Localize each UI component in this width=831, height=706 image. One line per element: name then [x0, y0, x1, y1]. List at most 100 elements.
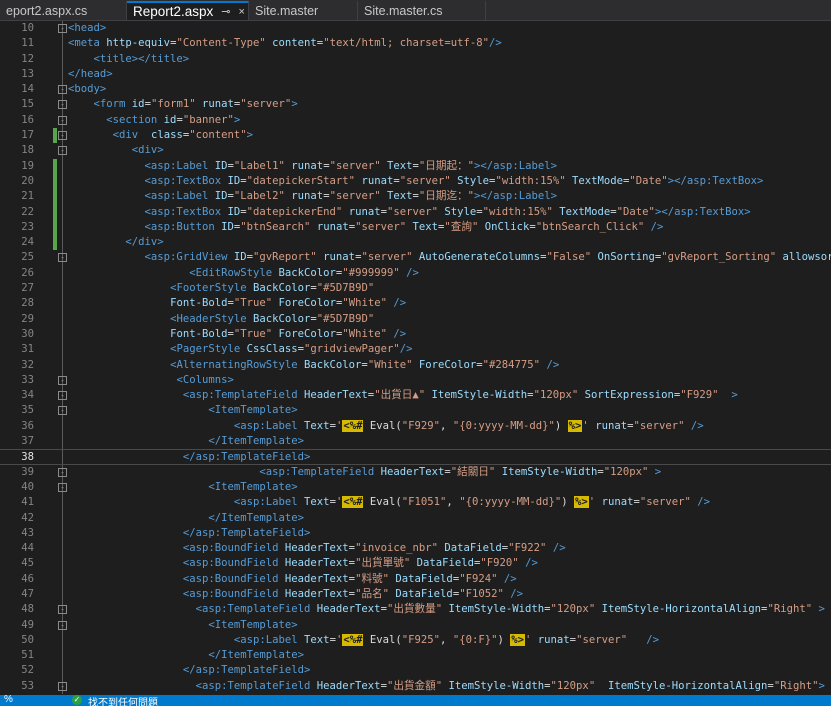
code-line[interactable]: 30 Font-Bold="True" ForeColor="White" /> [0, 326, 831, 343]
status-message[interactable]: 找不到任何問題 [88, 695, 158, 706]
close-icon[interactable]: × [239, 6, 245, 18]
code-token: Style [444, 205, 477, 218]
outline-guide [62, 648, 63, 664]
code-line[interactable]: 13 </head> [0, 66, 831, 83]
code-line[interactable]: 22 <asp:TextBox ID="datepickerEnd" runat=… [0, 204, 831, 220]
zoom-level[interactable]: % [4, 695, 13, 705]
code-token: HeaderText [284, 557, 349, 570]
collapse-icon[interactable]: - [58, 391, 67, 401]
code-token: <div [112, 129, 151, 142]
collapse-icon[interactable]: - [58, 375, 67, 385]
outline-guide [62, 311, 63, 327]
line-number: 49 [21, 618, 34, 631]
outline-guide [62, 235, 63, 251]
code-line[interactable]: 18 - <div> [0, 143, 831, 159]
code-line[interactable]: 33 - <Columns> [0, 372, 831, 389]
outline-guide [62, 541, 63, 557]
tab-report2-aspx[interactable]: Report2.aspx ⊸ × [127, 1, 249, 20]
code-text: </asp:TemplateField> [183, 663, 311, 678]
tab-site-master-cs[interactable]: Site.master.cs [358, 1, 486, 20]
code-line[interactable]: 40 - <ItemTemplate> [0, 479, 831, 496]
collapse-icon[interactable]: - [58, 253, 67, 263]
code-text: <form id="form1" runat="server"> [94, 97, 298, 112]
collapse-icon[interactable]: - [58, 482, 67, 492]
collapse-icon[interactable]: - [58, 467, 67, 477]
code-line[interactable]: 43 </asp:TemplateField> [0, 525, 831, 542]
code-line[interactable]: 50 <asp:Label Text='<%# Eval("F925", "{0:… [0, 632, 831, 649]
code-line[interactable]: 24 </div> [0, 235, 831, 251]
outline-guide [62, 158, 63, 174]
code-line[interactable]: 41 <asp:Label Text='<%# Eval("F1051", "{0… [0, 495, 831, 511]
tab-eport2-aspx-cs[interactable]: eport2.aspx.cs [0, 1, 127, 20]
code-line[interactable]: 16 - <section id="banner"> [0, 112, 831, 129]
tab-site-master[interactable]: Site.master [249, 1, 358, 20]
code-line[interactable]: 47 <asp:BoundField HeaderText="品名" DataFi… [0, 586, 831, 603]
code-line[interactable]: 52 </asp:TemplateField> [0, 663, 831, 679]
code-token: class [150, 129, 183, 142]
code-line[interactable]: 44 <asp:BoundField HeaderText="invoice_nb… [0, 541, 831, 557]
code-token: runat [291, 190, 324, 203]
code-editor[interactable]: 10- <head> 11 <meta http-equiv="Content-Typ… [0, 21, 831, 695]
code-token: > [818, 603, 825, 616]
code-line[interactable]: 26 <EditRowStyle BackColor="#999999" /> [0, 265, 831, 282]
code-token: <asp:BoundField [182, 587, 285, 600]
code-token: /> [489, 37, 502, 50]
collapse-icon[interactable]: - [58, 100, 67, 110]
pin-icon[interactable]: ⊸ [221, 5, 230, 18]
code-line[interactable]: 10 - <head> [0, 21, 831, 37]
code-line[interactable]: 39 - <asp:TemplateField HeaderText="結關日" I… [0, 464, 831, 480]
code-line[interactable]: 15 - <form id="form1" runat="server"> [0, 97, 831, 113]
code-line[interactable]: 35 - <ItemTemplate> [0, 403, 831, 419]
collapse-icon[interactable]: - [58, 406, 67, 416]
code-token: "查詢" [444, 220, 479, 233]
check-icon: ✓ [72, 695, 82, 705]
code-line[interactable]: 49 - <ItemTemplate> [0, 617, 831, 633]
collapse-icon[interactable]: - [58, 85, 67, 95]
collapse-icon[interactable]: - [58, 131, 67, 141]
code-line[interactable]: 37 </ItemTemplate> [0, 434, 831, 450]
code-line[interactable]: 23 <asp:Button ID="btnSearch" runat="serv… [0, 219, 831, 236]
code-token: DataField [416, 557, 474, 570]
code-token: HeaderText [316, 679, 381, 692]
code-text: <asp:TemplateField HeaderText="出貨金額" Ite… [196, 679, 825, 694]
code-text: <Columns> [176, 373, 233, 388]
collapse-icon[interactable]: - [58, 146, 67, 156]
code-line[interactable]: 28 Font-Bold="True" ForeColor="White" /> [0, 296, 831, 312]
code-text: <asp:BoundField HeaderText="品名" DataFiel… [183, 587, 523, 602]
code-line[interactable]: 20 <asp:TextBox ID="datepickerStart" runa… [0, 173, 831, 190]
code-line[interactable]: 34 - <asp:TemplateField HeaderText="出貨日▲" … [0, 388, 831, 404]
code-line[interactable]: 17 - <div class="content"> [0, 128, 831, 144]
code-line[interactable]: 21 <asp:Label ID="Label2" runat="server" … [0, 189, 831, 205]
code-line[interactable]: 51 </ItemTemplate> [0, 648, 831, 664]
code-text: <asp:BoundField HeaderText="出貨單號" DataFi… [183, 556, 538, 571]
code-token: "#999999" [342, 266, 400, 279]
code-line[interactable]: 25 - <asp:GridView ID="gvReport" runat="se… [0, 250, 831, 266]
code-line[interactable]: 12 <title></title> [0, 51, 831, 67]
code-line[interactable]: 14 - <body> [0, 82, 831, 98]
code-token: http-equiv [106, 37, 171, 50]
code-line[interactable]: 32 <AlternatingRowStyle BackColor="White"… [0, 357, 831, 373]
code-line[interactable]: 45 <asp:BoundField HeaderText="出貨單號" Data… [0, 556, 831, 572]
code-line[interactable]: 19 <asp:Label ID="Label1" runat="server" … [0, 158, 831, 174]
code-line[interactable]: 38 </asp:TemplateField> [0, 449, 831, 465]
code-line[interactable]: 11 <meta http-equiv="Content-Type" conten… [0, 36, 831, 52]
code-line[interactable]: 48 - <asp:TemplateField HeaderText="出貨數量" … [0, 602, 831, 618]
collapse-icon[interactable]: - [58, 681, 67, 691]
code-line[interactable]: 31 <PagerStyle CssClass="gridviewPager"/> [0, 342, 831, 358]
code-text: </asp:TemplateField> [183, 526, 311, 541]
collapse-icon[interactable]: - [58, 24, 67, 33]
collapse-icon[interactable]: - [58, 605, 67, 615]
code-line[interactable]: 42 </ItemTemplate> [0, 510, 831, 526]
collapse-icon[interactable]: - [58, 620, 67, 630]
code-token: "Date" [616, 205, 655, 218]
collapse-icon[interactable]: - [58, 115, 67, 125]
code-line[interactable]: 29 <HeaderStyle BackColor="#5D7B9D" [0, 311, 831, 327]
code-line[interactable]: 46 <asp:BoundField HeaderText="料號" DataFi… [0, 571, 831, 587]
code-token: allowsorting [782, 251, 831, 264]
code-token: DataField [444, 542, 502, 555]
code-line[interactable]: 27 <FooterStyle BackColor="#5D7B9D" [0, 281, 831, 297]
code-line[interactable]: 53 - <asp:TemplateField HeaderText="出貨金額" … [0, 678, 831, 695]
code-line[interactable]: 36 <asp:Label Text='<%# Eval("F929", "{0:… [0, 418, 831, 435]
line-number: 14 [21, 83, 34, 96]
